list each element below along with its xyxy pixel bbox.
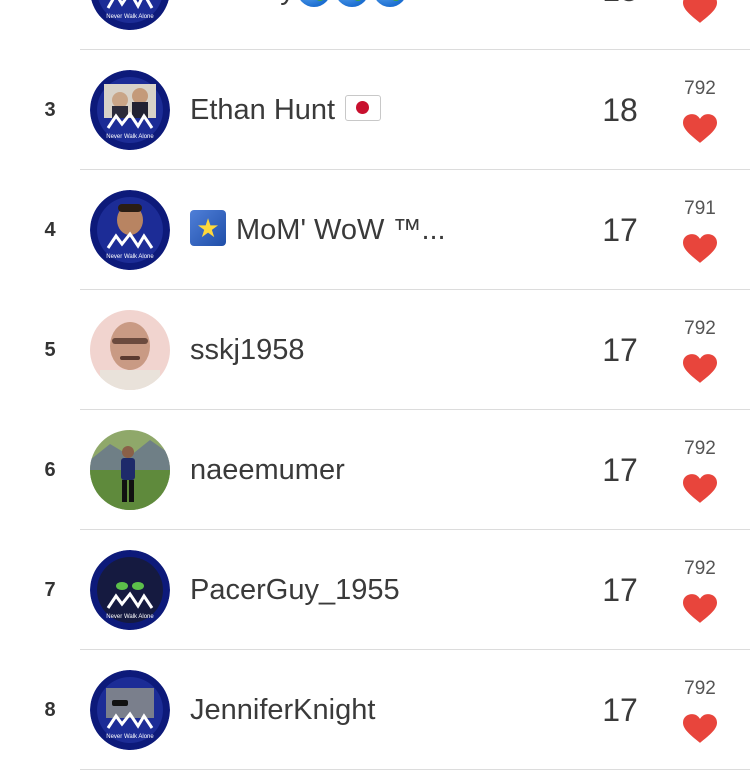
player-name: JenniferKnight bbox=[190, 650, 375, 770]
heart-icon[interactable] bbox=[683, 474, 717, 504]
star-icon: ★ bbox=[190, 210, 226, 247]
japan-flag-icon bbox=[345, 95, 382, 122]
avatar[interactable] bbox=[90, 310, 170, 390]
player-name-text: MoM' WoW ™... bbox=[236, 214, 446, 246]
avatar[interactable]: Never Walk Alone bbox=[90, 70, 170, 150]
score: 17 bbox=[602, 212, 638, 248]
player-name: PacerGuy_1955 bbox=[190, 530, 400, 650]
globe-icons bbox=[296, 0, 411, 48]
svg-text:Never Walk Alone: Never Walk Alone bbox=[106, 14, 154, 20]
like-count: 792 bbox=[684, 558, 716, 579]
player-name-text: ziemsky bbox=[190, 0, 295, 6]
avatar[interactable] bbox=[90, 430, 170, 510]
like-count: 792 bbox=[684, 318, 716, 339]
leaderboard-row[interactable]: 8 Never Walk Alone JenniferKnight 17 792 bbox=[0, 650, 750, 770]
leaderboard-row[interactable]: 7 Never Walk Alone PacerGuy_1955 17 792 bbox=[0, 530, 750, 650]
player-name: sskj1958 bbox=[190, 290, 304, 410]
like-count: 792 bbox=[684, 78, 716, 99]
outdoor-photo-icon bbox=[90, 430, 170, 510]
globe-icon bbox=[296, 0, 331, 7]
avatar[interactable]: Never Walk Alone bbox=[90, 670, 170, 750]
player-name: naeemumer bbox=[190, 410, 345, 530]
leaderboard-row[interactable]: 6 naeemumer 17 792 bbox=[0, 410, 750, 530]
leaderboard-row[interactable]: 2 Never Walk Alone ziemsky 18 bbox=[0, 0, 750, 50]
svg-text:Never Walk Alone: Never Walk Alone bbox=[106, 734, 154, 740]
heart-icon[interactable] bbox=[683, 354, 717, 384]
score: 17 bbox=[602, 572, 638, 608]
player-name-text: sskj1958 bbox=[190, 334, 305, 366]
leaderboard-list: 2 Never Walk Alone ziemsky 18 3 bbox=[0, 0, 750, 770]
avatar[interactable]: Never Walk Alone bbox=[90, 0, 170, 30]
like-count: 792 bbox=[684, 678, 716, 699]
player-name: ziemsky bbox=[190, 0, 411, 50]
score: 17 bbox=[602, 452, 638, 488]
person-photo-icon bbox=[90, 310, 170, 390]
score: 18 bbox=[595, 0, 645, 50]
score: 17 bbox=[602, 692, 638, 728]
like-count: 792 bbox=[684, 438, 716, 459]
rank-number: 7 bbox=[44, 579, 56, 601]
avatar[interactable]: Never Walk Alone bbox=[90, 550, 170, 630]
heart-icon[interactable] bbox=[683, 114, 717, 144]
rank-number: 8 bbox=[44, 699, 56, 721]
nwa-logo-icon: Never Walk Alone bbox=[90, 70, 170, 150]
svg-text:Never Walk Alone: Never Walk Alone bbox=[106, 254, 154, 260]
heart-icon[interactable] bbox=[683, 594, 717, 624]
like-count: 791 bbox=[684, 198, 716, 219]
svg-text:Never Walk Alone: Never Walk Alone bbox=[106, 134, 154, 140]
player-name-text: PacerGuy_1955 bbox=[190, 574, 400, 606]
globe-icon bbox=[334, 0, 369, 7]
score: 17 bbox=[602, 332, 638, 368]
avatar[interactable]: Never Walk Alone bbox=[90, 190, 170, 270]
rank-number: 5 bbox=[44, 339, 56, 361]
nwa-logo-icon: Never Walk Alone bbox=[90, 670, 170, 750]
score: 18 bbox=[602, 92, 638, 128]
player-name-text: Ethan Hunt bbox=[190, 94, 336, 126]
rank-number: 6 bbox=[44, 459, 56, 481]
heart-icon[interactable] bbox=[683, 714, 717, 744]
player-name: Ethan Hunt bbox=[190, 50, 382, 170]
svg-text:Never Walk Alone: Never Walk Alone bbox=[106, 614, 154, 620]
leaderboard-row[interactable]: 4 Never Walk Alone ★ MoM' WoW ™... 17 791 bbox=[0, 170, 750, 290]
rank-number: 2 bbox=[38, 0, 62, 50]
rank-number: 3 bbox=[44, 99, 56, 121]
leaderboard-row[interactable]: 3 Never Walk Alone Ethan Hunt 18 792 bbox=[0, 50, 750, 170]
nwa-logo-icon: Never Walk Alone bbox=[91, 0, 169, 30]
rank-number: 4 bbox=[44, 219, 56, 241]
heart-icon[interactable] bbox=[683, 234, 717, 264]
player-name-text: JenniferKnight bbox=[190, 694, 376, 726]
leaderboard-row[interactable]: 5 sskj1958 17 792 bbox=[0, 290, 750, 410]
globe-icon bbox=[372, 0, 407, 7]
player-name: ★ MoM' WoW ™... bbox=[190, 170, 446, 290]
heart-icon[interactable] bbox=[683, 0, 717, 24]
nwa-logo-icon: Never Walk Alone bbox=[90, 190, 170, 270]
nwa-logo-icon: Never Walk Alone bbox=[90, 550, 170, 630]
player-name-text: naeemumer bbox=[190, 454, 345, 486]
